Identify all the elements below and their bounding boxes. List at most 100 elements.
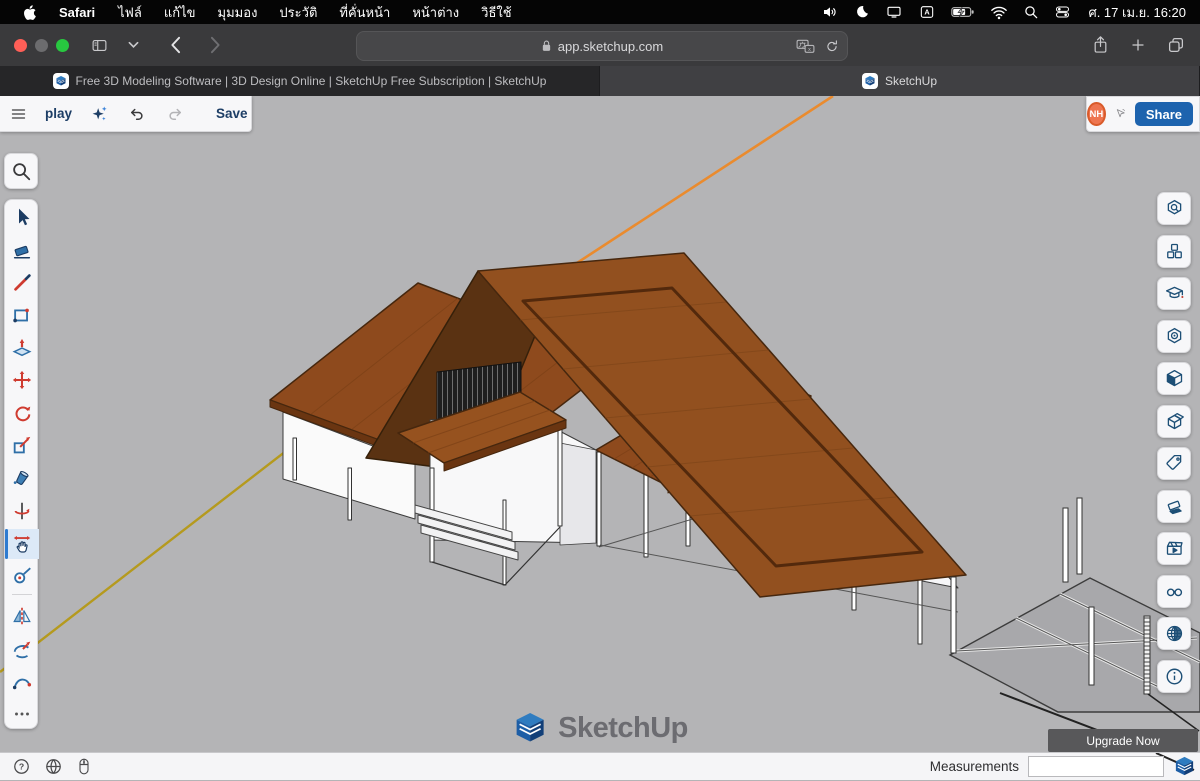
ai-assist-button[interactable] — [80, 96, 118, 132]
mouse-settings-button[interactable] — [76, 757, 92, 776]
address-bar[interactable]: app.sketchup.com x — [356, 31, 848, 61]
zoom-window-button[interactable] — [56, 39, 69, 52]
model-name[interactable]: play — [37, 106, 80, 121]
menu-item-edit[interactable]: แก้ไข — [153, 2, 207, 23]
spotlight-icon[interactable] — [1023, 4, 1039, 20]
menu-item-bookmarks[interactable]: ที่คั่นหน้า — [328, 2, 401, 23]
panel-geolocation[interactable] — [1157, 617, 1191, 650]
menu-item-history[interactable]: ประวัติ — [268, 2, 328, 23]
safari-toolbar: app.sketchup.com x — [0, 24, 1200, 66]
tool-paint-bucket[interactable] — [5, 463, 39, 493]
reload-icon[interactable] — [825, 39, 839, 54]
sparkle-icon — [89, 104, 109, 124]
orbit-icon — [11, 638, 33, 660]
presence-cursor-icon[interactable] — [1114, 105, 1127, 123]
lock-icon — [541, 39, 552, 53]
panel-soften-edges[interactable] — [1157, 490, 1191, 523]
control-center-icon[interactable] — [1054, 4, 1071, 20]
tool-divider — [12, 594, 32, 595]
tool-search-panel[interactable] — [4, 153, 38, 189]
panel-styles[interactable] — [1157, 320, 1191, 353]
tool-arc[interactable] — [5, 667, 39, 697]
menu-item-help[interactable]: วิธีใช้ — [470, 2, 522, 23]
model-viewport[interactable] — [0, 96, 1200, 752]
instructor-cap-icon — [1164, 283, 1185, 304]
tab-overview-button[interactable] — [1162, 31, 1190, 59]
measurements-label: Measurements — [930, 759, 1019, 774]
forward-button[interactable] — [201, 31, 229, 59]
tool-more[interactable] — [5, 699, 39, 729]
menu-item-window[interactable]: หน้าต่าง — [401, 2, 470, 23]
help-button[interactable]: ? — [12, 757, 31, 776]
menu-item-safari[interactable]: Safari — [47, 5, 107, 20]
app-toolbar: play Save — [0, 96, 252, 132]
arc-curve-icon — [11, 671, 33, 693]
panel-tags[interactable] — [1157, 447, 1191, 480]
apple-menu[interactable] — [12, 4, 47, 21]
more-dots-icon — [11, 703, 33, 725]
main-menu-button[interactable] — [0, 96, 37, 132]
scale-icon — [11, 435, 33, 457]
back-button[interactable] — [161, 31, 189, 59]
right-panel-rail — [1157, 192, 1191, 693]
menu-clock[interactable]: ศ. 17 เม.ย. 16:20 — [1088, 2, 1186, 23]
panel-instructor[interactable] — [1157, 277, 1191, 310]
language-button[interactable] — [44, 757, 63, 776]
tool-select[interactable] — [5, 201, 39, 231]
forward-arrow-icon — [210, 36, 221, 54]
avatar[interactable]: NH — [1087, 102, 1106, 126]
redo-button[interactable] — [156, 96, 194, 132]
styles-target-icon — [1164, 326, 1185, 347]
info-icon — [1164, 666, 1185, 687]
tool-flip[interactable] — [5, 601, 39, 631]
translate-icon[interactable]: x — [796, 39, 815, 54]
wifi-icon[interactable] — [990, 5, 1008, 20]
menu-item-file[interactable]: ไฟล์ — [107, 2, 153, 23]
tool-rectangle[interactable] — [5, 300, 39, 330]
upgrade-now-button[interactable]: Upgrade Now — [1048, 729, 1198, 752]
tool-rotate[interactable] — [5, 398, 39, 428]
minimize-window-button[interactable] — [35, 39, 48, 52]
window-controls — [14, 39, 69, 52]
share-button[interactable]: Share — [1135, 102, 1193, 126]
sketchup-favicon — [53, 73, 69, 89]
tool-scale[interactable] — [5, 431, 39, 461]
tool-follow-me[interactable] — [5, 496, 39, 526]
save-button[interactable]: Save — [204, 106, 260, 121]
panel-model-info[interactable] — [1157, 660, 1191, 693]
tab-sketchup-app[interactable]: SketchUp — [600, 66, 1200, 96]
menu-item-view[interactable]: มุมมอง — [207, 2, 269, 23]
close-window-button[interactable] — [14, 39, 27, 52]
tag-icon — [1164, 453, 1185, 474]
tool-line[interactable] — [5, 267, 39, 297]
tool-pan[interactable] — [5, 529, 39, 559]
dnd-moon-icon[interactable] — [854, 4, 870, 20]
share-page-button[interactable] — [1086, 31, 1114, 59]
measurements-input[interactable] — [1028, 756, 1164, 777]
display-icon[interactable] — [885, 4, 903, 20]
sidebar-toggle-button[interactable] — [85, 31, 113, 59]
tool-push-pull[interactable] — [5, 333, 39, 363]
tab-sketchup-marketing[interactable]: Free 3D Modeling Software | 3D Design On… — [0, 66, 600, 96]
panel-display[interactable] — [1157, 575, 1191, 608]
battery-charging-icon[interactable] — [951, 4, 975, 20]
address-url: app.sketchup.com — [558, 39, 664, 54]
panel-scenes[interactable] — [1157, 532, 1191, 565]
panel-materials[interactable] — [1157, 362, 1191, 395]
axis-rotate-icon — [11, 500, 33, 522]
sketchup-watermark: SketchUp — [512, 710, 688, 746]
tool-eraser[interactable] — [5, 235, 39, 265]
sidebar-chevron-button[interactable] — [119, 31, 147, 59]
volume-icon[interactable] — [821, 4, 839, 20]
watermark-brand: SketchUp — [558, 712, 688, 745]
undo-button[interactable] — [118, 96, 156, 132]
new-tab-button[interactable] — [1124, 31, 1152, 59]
tool-tape-measure[interactable] — [5, 561, 39, 591]
plus-icon — [1130, 37, 1146, 53]
panel-entity-info[interactable] — [1157, 192, 1191, 225]
panel-outliner[interactable] — [1157, 405, 1191, 438]
tool-orbit[interactable] — [5, 634, 39, 664]
tool-move[interactable] — [5, 365, 39, 395]
input-source-icon[interactable]: A — [918, 4, 936, 20]
panel-components[interactable] — [1157, 235, 1191, 268]
